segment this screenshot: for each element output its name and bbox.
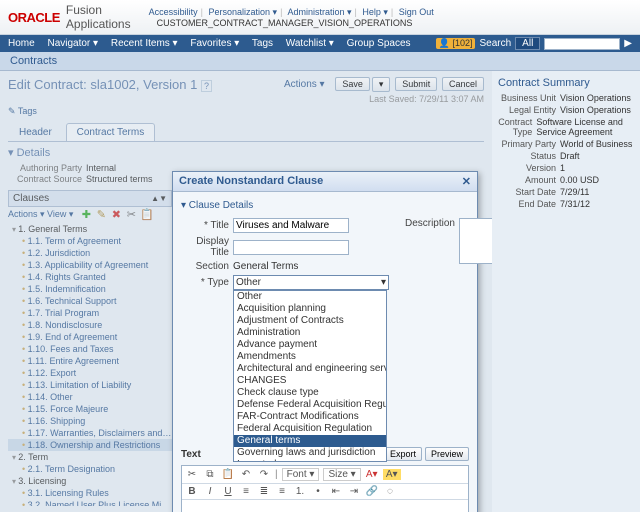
accessibility-link[interactable]: Accessibility [149,7,198,17]
nav-menubar: Home Navigator ▾ Recent Items ▾ Favorite… [0,35,640,52]
global-links: Accessibility| Personalization ▾| Admini… [149,7,632,28]
font-select[interactable]: Font ▾ [282,468,320,481]
text-label: Text [181,449,201,460]
fgcolor-icon[interactable]: A▾ [365,469,379,480]
summary-row: Legal EntityVision Operations [498,105,634,115]
dialog-close-icon[interactable]: ✕ [462,175,471,188]
link-icon[interactable]: 🔗 [365,486,379,497]
brand-logo: ORACLE Fusion Applications [8,3,149,31]
type-option[interactable]: Governing laws and jurisdiction [234,447,386,459]
product-name: Fusion Applications [66,3,149,31]
type-option[interactable]: Acquisition planning [234,303,386,315]
description-textarea[interactable] [459,218,492,264]
help-link[interactable]: Help ▾ [362,7,388,17]
outdent-icon[interactable]: ⇤ [329,486,343,497]
rich-text-editor: ✂⧉📋 ↶↷ | Font ▾ Size ▾ A▾ A▾ BIU ≡≣≡ 1.•… [181,465,469,512]
redo-icon[interactable]: ↷ [257,469,271,480]
summary-row: Start Date7/29/11 [498,187,634,197]
type-option[interactable]: Advance payment [234,339,386,351]
personalization-link[interactable]: Personalization ▾ [209,7,278,17]
display-title-input[interactable] [233,240,349,255]
cut-icon[interactable]: ✂ [185,469,199,480]
align-left-icon[interactable]: ≡ [239,486,253,497]
type-option[interactable]: Defense Federal Acquisition Regulation [234,399,386,411]
search-label: Search [479,38,511,49]
type-option[interactable]: Administration [234,327,386,339]
nav-groupspaces[interactable]: Group Spaces [347,38,411,49]
global-search-input[interactable] [544,38,620,50]
editor-area[interactable] [182,500,468,512]
list-ol-icon[interactable]: 1. [293,486,307,497]
type-option[interactable]: General terms [234,435,386,447]
type-dropdown: OtherAcquisition planningAdjustment of C… [233,290,387,462]
user-badge[interactable]: 👤 [102] [436,38,476,49]
export-button[interactable]: Export [384,447,422,461]
bgcolor-icon[interactable]: A▾ [383,469,401,480]
administration-link[interactable]: Administration ▾ [287,7,351,17]
summary-row: StatusDraft [498,151,634,161]
summary-title: Contract Summary [498,77,634,89]
nav-home[interactable]: Home [8,38,35,49]
summary-row: Contract TypeSoftware License and Servic… [498,117,634,137]
type-option[interactable]: Imported [234,459,386,462]
global-header: ORACLE Fusion Applications Accessibility… [0,0,640,35]
preview-button[interactable]: Preview [425,447,469,461]
summary-row: Version1 [498,163,634,173]
list-ul-icon[interactable]: • [311,486,325,497]
clause-title-input[interactable] [233,218,349,233]
type-option[interactable]: CHANGES [234,375,386,387]
copy-icon[interactable]: ⧉ [203,469,217,480]
type-option[interactable]: Architectural and engineering services [234,363,386,375]
summary-row: End Date7/31/12 [498,199,634,209]
type-option[interactable]: Federal Acquisition Regulation [234,423,386,435]
align-right-icon[interactable]: ≡ [275,486,289,497]
dialog-title: Create Nonstandard Clause [179,175,323,188]
type-option[interactable]: Amendments [234,351,386,363]
nav-recent[interactable]: Recent Items ▾ [111,38,178,49]
align-center-icon[interactable]: ≣ [257,486,271,497]
summary-row: Primary PartyWorld of Business [498,139,634,149]
contract-summary-panel: Contract Summary Business UnitVision Ope… [492,71,640,512]
search-scope[interactable]: All [515,37,540,50]
breadcrumb[interactable]: Contracts [0,52,640,71]
nav-right: 👤 [102] Search All ▶ [436,37,632,50]
type-option[interactable]: Adjustment of Contracts [234,315,386,327]
clear-icon[interactable]: ◌ [383,486,397,497]
bold-icon[interactable]: B [185,486,199,497]
type-option[interactable]: FAR-Contract Modifications [234,411,386,423]
vendor-name: ORACLE [8,10,60,25]
current-user: CUSTOMER_CONTRACT_MANAGER_VISION_OPERATI… [157,18,413,28]
type-option[interactable]: Check clause type [234,387,386,399]
nav-left: Home Navigator ▾ Recent Items ▾ Favorite… [8,38,421,49]
signout-link[interactable]: Sign Out [399,7,434,17]
paste-icon[interactable]: 📋 [221,469,235,480]
nav-watchlist[interactable]: Watchlist ▾ [286,38,334,49]
chevron-down-icon: ▾ [381,277,386,288]
section-value: General Terms [233,261,298,272]
italic-icon[interactable]: I [203,486,217,497]
summary-row: Business UnitVision Operations [498,93,634,103]
nav-favorites[interactable]: Favorites ▾ [190,38,239,49]
underline-icon[interactable]: U [221,486,235,497]
create-clause-dialog: Create Nonstandard Clause ✕ ▾ Clause Det… [172,171,478,512]
nav-navigator[interactable]: Navigator ▾ [47,38,98,49]
clause-details-section[interactable]: ▾ Clause Details [181,200,469,211]
undo-icon[interactable]: ↶ [239,469,253,480]
nav-tags[interactable]: Tags [252,38,273,49]
size-select[interactable]: Size ▾ [323,468,360,481]
search-go-button[interactable]: ▶ [624,38,632,49]
type-select[interactable]: Other▾ [233,275,389,290]
summary-row: Amount0.00 USD [498,175,634,185]
indent-icon[interactable]: ⇥ [347,486,361,497]
type-option[interactable]: Other [234,291,386,303]
